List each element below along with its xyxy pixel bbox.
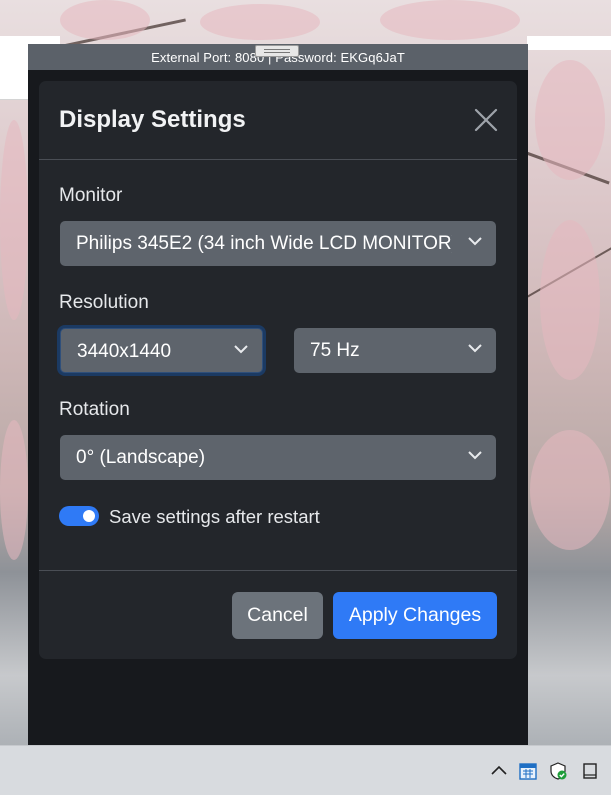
toggle-knob (83, 510, 95, 522)
resolution-select[interactable]: 3440x1440 (60, 328, 263, 373)
rotation-value: 0° (Landscape) (76, 447, 206, 468)
calendar-app-icon[interactable] (518, 761, 538, 781)
header-divider (39, 159, 517, 160)
security-shield-icon[interactable] (548, 761, 568, 781)
rotation-label: Rotation (59, 399, 130, 420)
footer-divider (39, 570, 517, 571)
display-settings-dialog: Display Settings Monitor Philips 345E2 (… (39, 81, 517, 659)
chevron-down-icon (234, 345, 248, 354)
chevron-down-icon (468, 451, 482, 460)
apply-changes-button[interactable]: Apply Changes (333, 592, 497, 639)
chevron-down-icon (468, 344, 482, 353)
connection-status-bar: External Port: 8080 | Password: EKGq6JaT (28, 44, 528, 70)
monitor-label: Monitor (59, 185, 123, 206)
dialog-title: Display Settings (59, 106, 246, 133)
drag-handle[interactable] (255, 45, 299, 57)
taskbar (0, 745, 611, 795)
chevron-up-icon[interactable] (489, 761, 509, 781)
rotation-select[interactable]: 0° (Landscape) (60, 435, 496, 480)
save-settings-toggle[interactable] (59, 506, 99, 526)
save-settings-label: Save settings after restart (109, 506, 320, 527)
resolution-label: Resolution (59, 292, 149, 313)
monitor-value: Philips 345E2 (34 inch Wide LCD MONITOR) (76, 233, 452, 254)
notification-icon[interactable] (580, 761, 600, 781)
cancel-button[interactable]: Cancel (232, 592, 323, 639)
monitor-select[interactable]: Philips 345E2 (34 inch Wide LCD MONITOR) (60, 221, 496, 266)
background-window-right (527, 36, 611, 50)
chevron-down-icon (468, 237, 482, 246)
close-icon[interactable] (473, 107, 499, 133)
refresh-rate-select[interactable]: 75 Hz (294, 328, 496, 373)
